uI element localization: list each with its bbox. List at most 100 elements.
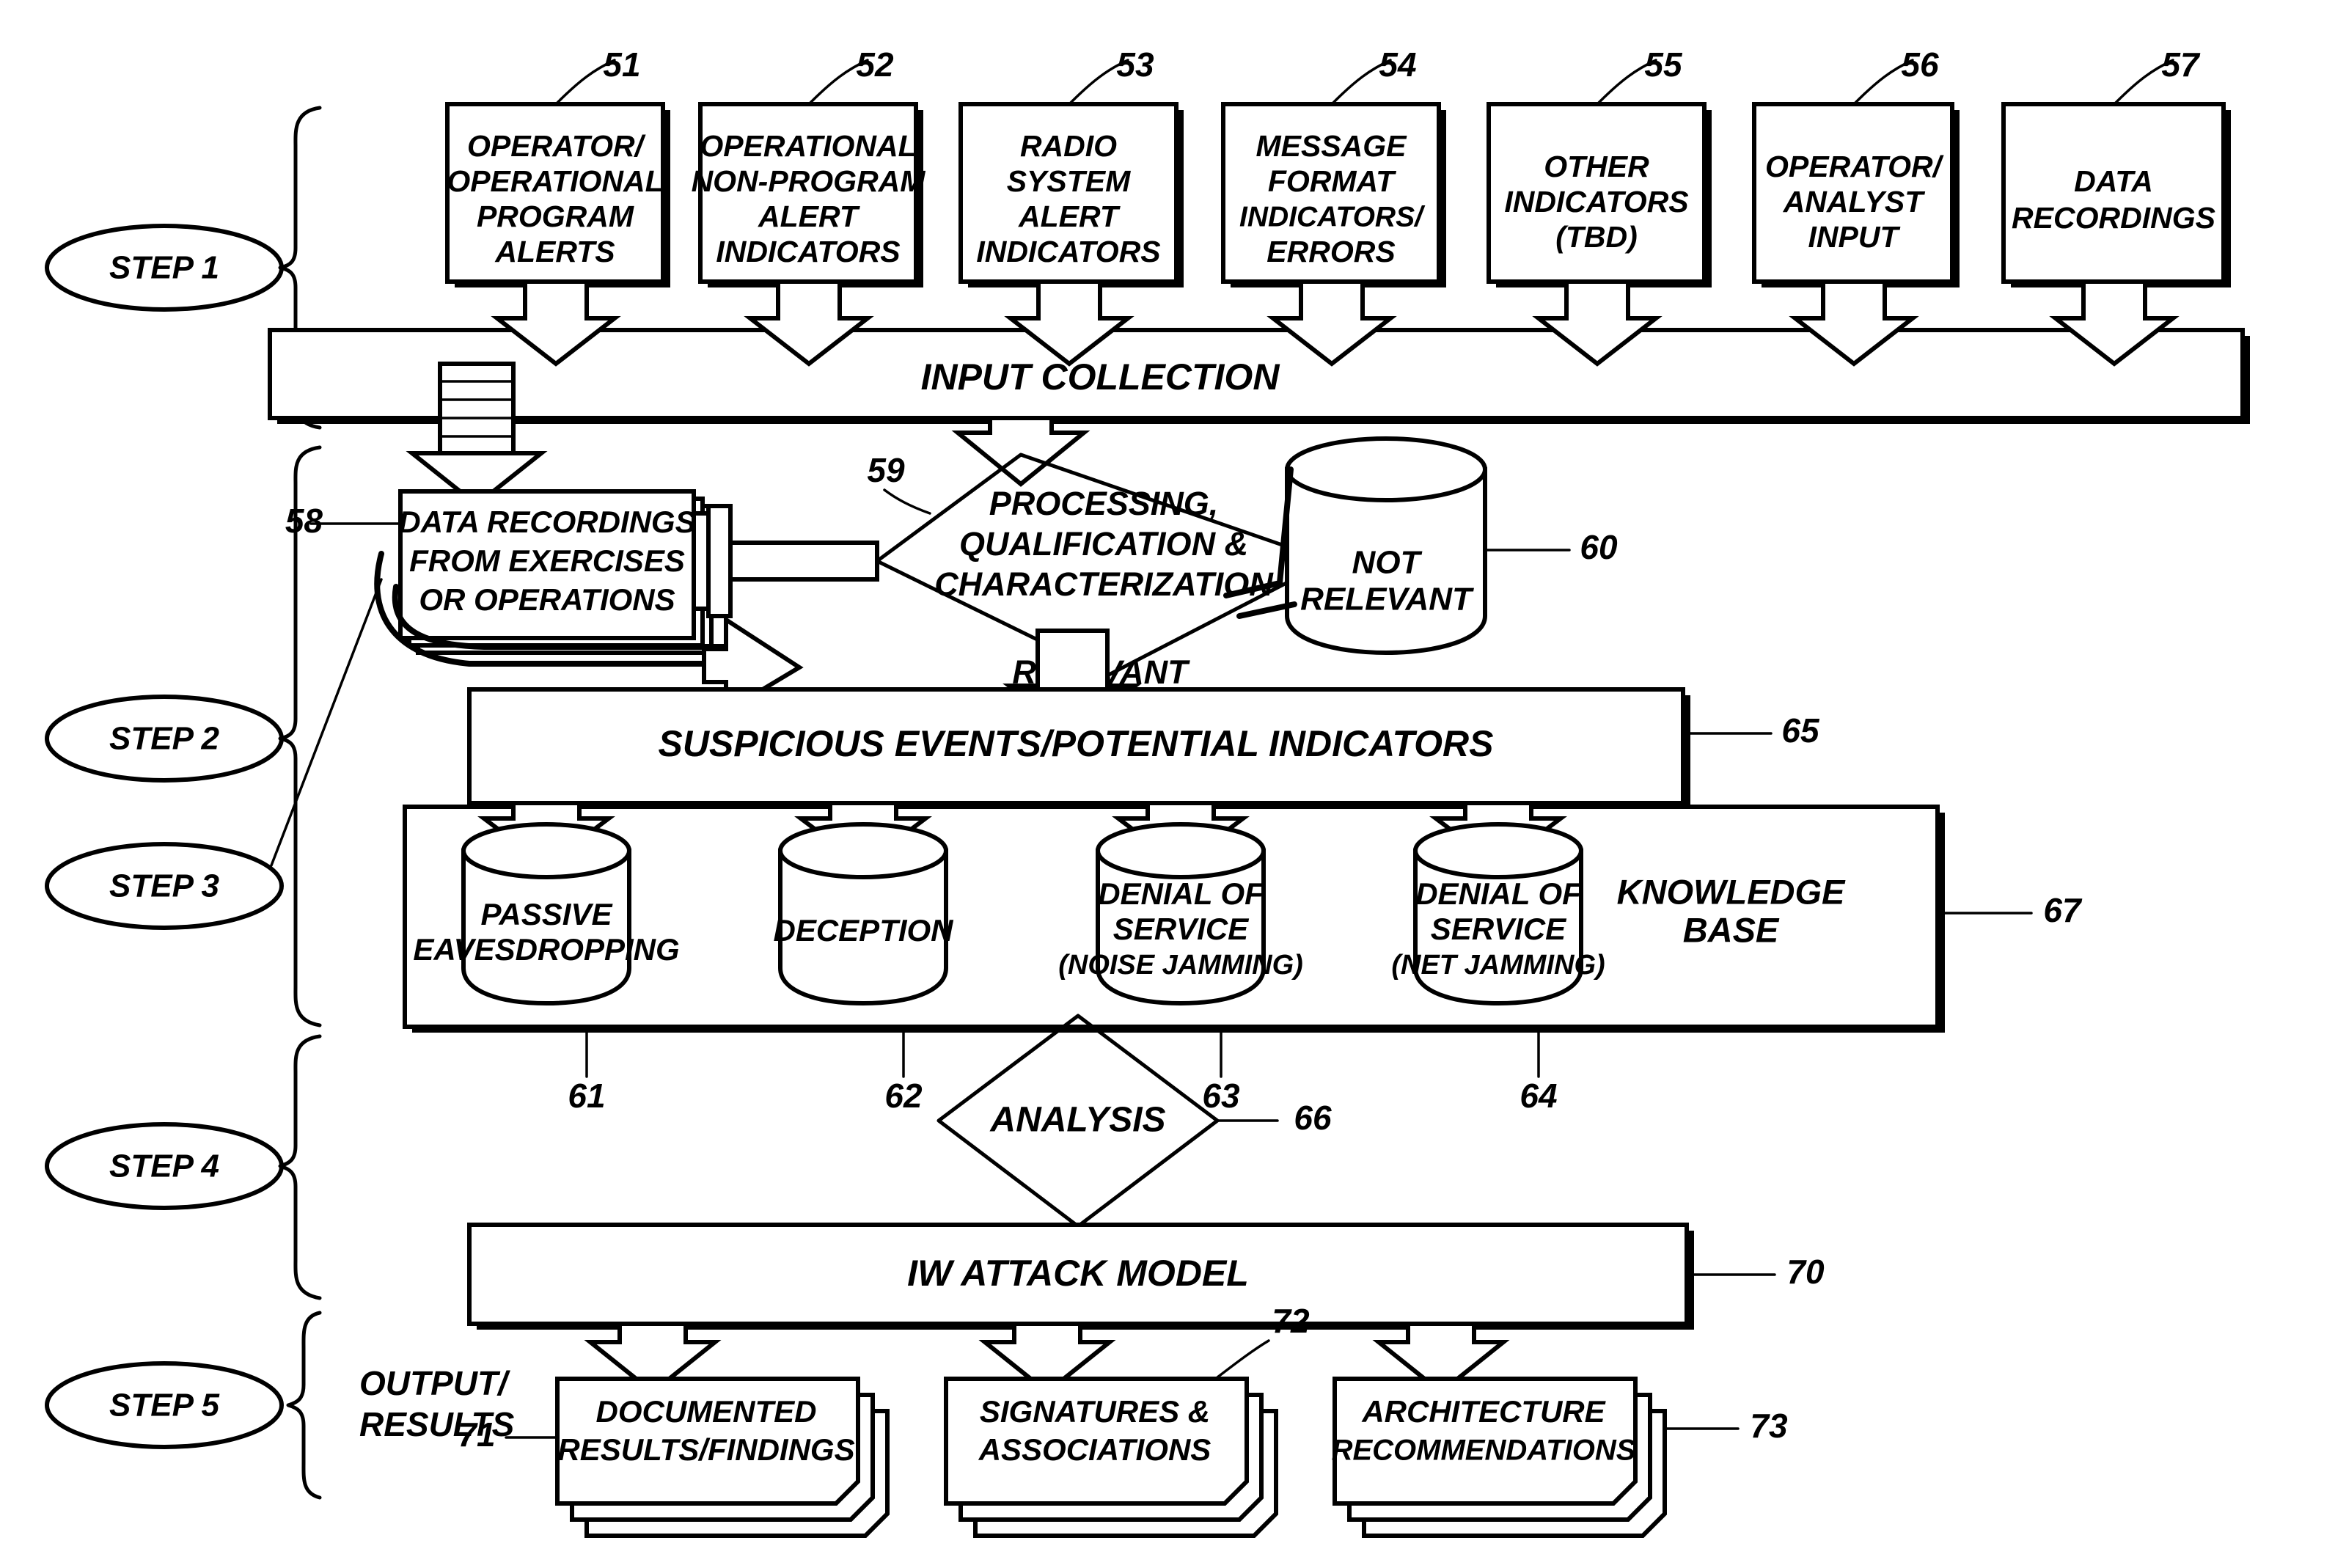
ref-number-59: 59 <box>867 451 905 489</box>
step-2-marker: STEP 2 <box>45 695 284 783</box>
output-doc-72-line1: SIGNATURES & <box>980 1394 1210 1429</box>
input-box-53-line3: ALERT <box>1018 199 1121 233</box>
ref-number-65: 65 <box>1781 711 1820 750</box>
ref-number-56: 56 <box>1901 45 1939 84</box>
ref-number-58: 58 <box>285 502 323 540</box>
input-box-56-line3: INPUT <box>1808 220 1901 254</box>
output-doc-71-line1: DOCUMENTED <box>596 1394 817 1429</box>
output-doc-71-line2: RESULTS/FINDINGS <box>557 1432 854 1467</box>
step-1-marker: STEP 1 <box>45 224 284 312</box>
input-box-53-line2: SYSTEM <box>1007 164 1131 198</box>
ref-number-67: 67 <box>2043 891 2083 929</box>
ref-number-51: 51 <box>603 45 640 84</box>
kb-store-64-line3: (NET JAMMING) <box>1391 950 1605 981</box>
input-box-57-line1: DATA <box>2074 164 2153 198</box>
kb-store-64-line2: SERVICE <box>1431 912 1567 946</box>
not-relevant-line1: NOT <box>1352 545 1423 581</box>
ref-number-63: 63 <box>1202 1077 1240 1115</box>
attack-model-bar[interactable]: IW ATTACK MODEL <box>467 1223 1694 1330</box>
not-relevant-line2: RELEVANT <box>1300 582 1474 618</box>
input-box-52-line1: OPERATIONAL <box>700 129 916 163</box>
input-box-54-line3: INDICATORS/ <box>1239 201 1426 232</box>
input-box-57[interactable]: DATA RECORDINGS <box>2001 102 2231 287</box>
kb-store-63-line2: SERVICE <box>1113 912 1250 946</box>
suspicious-events-label: SUSPICIOUS EVENTS/POTENTIAL INDICATORS <box>658 723 1493 764</box>
input-box-53-line1: RADIO <box>1020 129 1117 163</box>
step-1-label: STEP 1 <box>109 250 219 286</box>
step-5-marker: STEP 5 <box>45 1361 284 1449</box>
ref-number-71: 71 <box>458 1415 495 1454</box>
kb-store-63-line1: DENIAL OF <box>1098 876 1264 911</box>
input-box-54[interactable]: MESSAGE FORMAT INDICATORS/ ERRORS <box>1221 102 1446 287</box>
kb-store-62-line1: DECEPTION <box>773 913 954 948</box>
input-box-54-line4: ERRORS <box>1267 235 1395 268</box>
input-box-52[interactable]: OPERATIONAL NON-PROGRAM ALERT INDICATORS <box>692 102 926 287</box>
analysis-label: ANALYSIS <box>989 1101 1165 1140</box>
output-doc-72[interactable]: SIGNATURES & ASSOCIATIONS <box>944 1377 1278 1538</box>
ref-number-54: 54 <box>1379 45 1416 84</box>
output-doc-73-line2: RECOMMENDATIONS <box>1332 1435 1636 1467</box>
step-4-label: STEP 4 <box>109 1148 219 1184</box>
processing-line3: CHARACTERIZATION <box>934 565 1274 603</box>
input-box-55-line3: (TBD) <box>1555 220 1638 254</box>
kb-store-64-line1: DENIAL OF <box>1415 876 1582 911</box>
ref-number-53: 53 <box>1116 45 1154 84</box>
kb-store-62[interactable]: DECEPTION <box>773 822 954 1006</box>
output-doc-73-line1: ARCHITECTURE <box>1361 1394 1606 1429</box>
ref-number-62: 62 <box>884 1077 923 1115</box>
input-box-53-line4: INDICATORS <box>976 235 1160 268</box>
ref-number-72: 72 <box>1272 1302 1310 1340</box>
output-doc-73[interactable]: ARCHITECTURE RECOMMENDATIONS <box>1332 1377 1667 1538</box>
ref-number-55: 55 <box>1644 45 1683 84</box>
knowledge-base-line2: BASE <box>1683 910 1780 949</box>
flow-diagram: STEP 1 STEP 2 STEP 3 STEP 4 STEP 5 OUTPU… <box>45 45 2250 1538</box>
step-3-label: STEP 3 <box>109 868 219 904</box>
ref-number-61: 61 <box>568 1077 605 1115</box>
step-4-marker: STEP 4 <box>45 1122 284 1210</box>
attack-model-label: IW ATTACK MODEL <box>907 1253 1249 1294</box>
input-box-54-line1: MESSAGE <box>1256 129 1407 163</box>
data-recordings-line1: DATA RECORDINGS <box>398 505 695 539</box>
input-box-51-line2: OPERATIONAL <box>447 164 663 198</box>
output-results-caption-line1: OUTPUT/ <box>359 1364 510 1402</box>
input-box-53[interactable]: RADIO SYSTEM ALERT INDICATORS <box>958 102 1184 287</box>
brace-step-5 <box>286 1311 322 1500</box>
input-box-54-line2: FORMAT <box>1268 164 1396 198</box>
input-box-55[interactable]: OTHER INDICATORS (TBD) <box>1487 102 1712 287</box>
suspicious-events-bar[interactable]: SUSPICIOUS EVENTS/POTENTIAL INDICATORS <box>467 687 1690 809</box>
brace-step-4 <box>278 1034 322 1300</box>
not-relevant-store[interactable]: NOT RELEVANT <box>1285 436 1487 656</box>
ref-number-52: 52 <box>856 45 894 84</box>
ref-number-60: 60 <box>1580 528 1618 566</box>
input-box-57-line2: RECORDINGS <box>2012 201 2215 235</box>
ref-number-73: 73 <box>1750 1407 1788 1445</box>
input-box-52-line3: ALERT <box>758 199 860 233</box>
kb-store-64[interactable]: DENIAL OF SERVICE (NET JAMMING) <box>1391 822 1605 1006</box>
input-box-56-line1: OPERATOR/ <box>1765 150 1944 183</box>
output-doc-71[interactable]: DOCUMENTED RESULTS/FINDINGS <box>555 1377 890 1538</box>
processing-line2: QUALIFICATION & <box>959 525 1248 563</box>
input-box-55-line1: OTHER <box>1544 150 1649 183</box>
ref-number-64: 64 <box>1520 1077 1557 1115</box>
processing-line1: PROCESSING, <box>989 485 1219 522</box>
knowledge-base-line1: KNOWLEDGE <box>1617 872 1846 911</box>
kb-store-63-line3: (NOISE JAMMING) <box>1058 950 1303 981</box>
kb-store-61-line2: EAVESDROPPING <box>413 932 679 967</box>
ref-number-70: 70 <box>1786 1253 1825 1291</box>
input-box-56[interactable]: OPERATOR/ ANALYST INPUT <box>1752 102 1960 287</box>
analysis-diamond[interactable]: ANALYSIS <box>936 1014 1220 1228</box>
kb-store-61-line1: PASSIVE <box>481 897 614 931</box>
input-box-51[interactable]: OPERATOR/ OPERATIONAL PROGRAM ALERTS <box>445 102 670 287</box>
step-5-label: STEP 5 <box>109 1388 220 1424</box>
arrow-collection-to-processing <box>951 416 1090 487</box>
step-3-marker: STEP 3 <box>45 842 284 930</box>
input-collection-label: INPUT COLLECTION <box>921 356 1280 398</box>
input-box-52-line4: INDICATORS <box>716 235 900 268</box>
ref-number-66: 66 <box>1294 1099 1332 1137</box>
input-box-56-line2: ANALYST <box>1783 185 1926 219</box>
data-recordings-line2: FROM EXERCISES <box>409 543 685 578</box>
input-box-55-line2: INDICATORS <box>1504 185 1688 219</box>
connector-recordings-to-processing <box>692 504 879 618</box>
output-doc-72-line2: ASSOCIATIONS <box>978 1432 1212 1467</box>
data-recordings-stack[interactable]: DATA RECORDINGS FROM EXERCISES OR OPERAT… <box>398 489 714 655</box>
